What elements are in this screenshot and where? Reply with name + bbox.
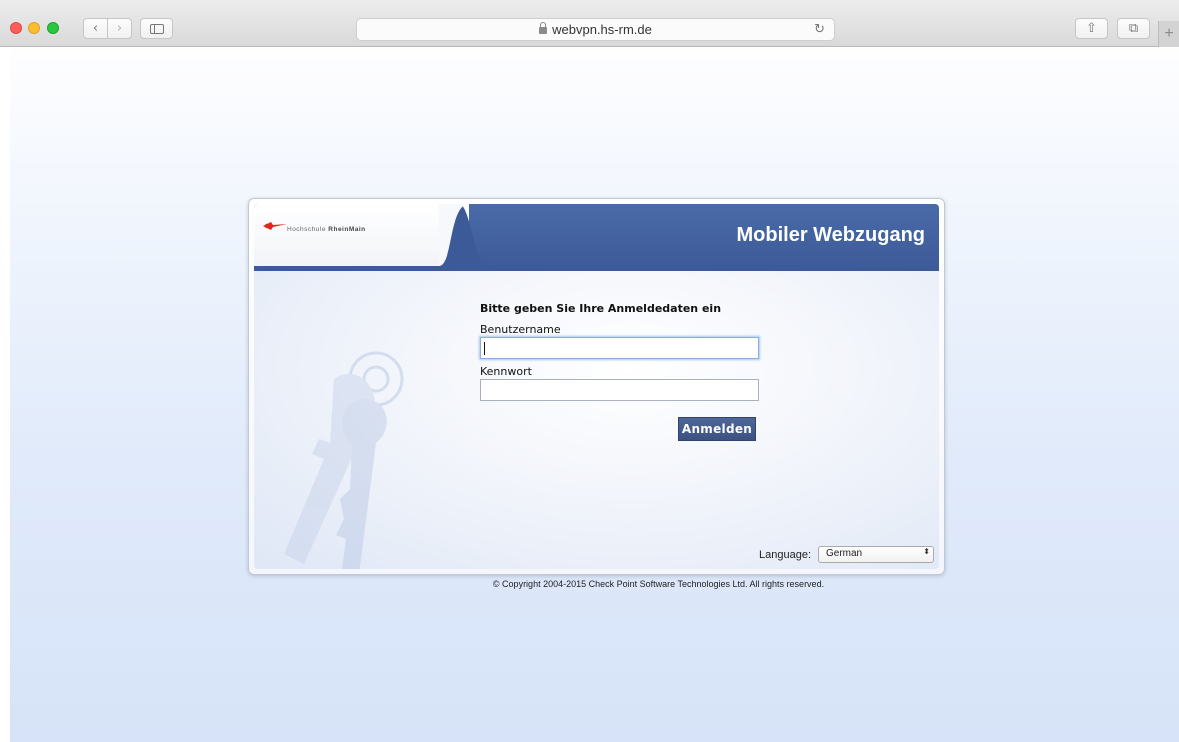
reload-icon[interactable]: ↻ [814,22,825,37]
chevron-right-icon: › [116,21,123,36]
url-text: webvpn.hs-rm.de [552,22,652,37]
username-label: Benutzername [480,323,561,336]
password-input[interactable] [480,379,759,401]
language-label: Language: [759,549,811,561]
address-bar[interactable]: webvpn.hs-rm.de ↻ [356,18,835,41]
page-title: Mobiler Webzugang [736,224,925,246]
language-select[interactable]: German ⬍ [818,546,934,563]
university-logo-text: Hochschule RheinMain [287,226,366,233]
browser-toolbar: ‹ › webvpn.hs-rm.de ↻ ⇧ ⧉ + [0,0,1179,47]
login-button[interactable]: Anmelden [678,417,756,441]
logo-area: Hochschule RheinMain [254,204,469,266]
close-window-button[interactable] [10,22,22,34]
new-tab-button[interactable]: + [1158,21,1179,47]
keys-watermark-icon [284,351,404,569]
sidebar-toggle-button[interactable] [140,18,173,39]
text-caret [484,342,485,355]
share-icon: ⇧ [1086,21,1097,36]
share-button[interactable]: ⇧ [1075,18,1108,39]
chevron-left-icon: ‹ [92,21,99,36]
back-button[interactable]: ‹ [83,18,108,39]
login-panel: Hochschule RheinMain Mobiler Webzugang B… [248,198,945,575]
username-input[interactable] [480,337,759,359]
language-selected-value: German [826,548,863,559]
show-tabs-button[interactable]: ⧉ [1117,18,1150,39]
header-curve [439,204,489,271]
zoom-window-button[interactable] [47,22,59,34]
minimize-window-button[interactable] [28,22,40,34]
forward-button[interactable]: › [107,18,132,39]
lock-icon [539,22,548,34]
copyright-notice: © Copyright 2004-2015 Check Point Softwa… [492,579,825,589]
select-arrows-icon: ⬍ [923,547,930,556]
login-panel-inner: Hochschule RheinMain Mobiler Webzugang B… [254,204,939,569]
login-prompt: Bitte geben Sie Ihre Anmeldedaten ein [480,302,722,315]
tabs-icon: ⧉ [1128,21,1139,36]
university-logo-icon [263,222,287,230]
plus-icon: + [1164,25,1174,42]
sidebar-icon [149,23,164,34]
password-label: Kennwort [480,365,532,378]
